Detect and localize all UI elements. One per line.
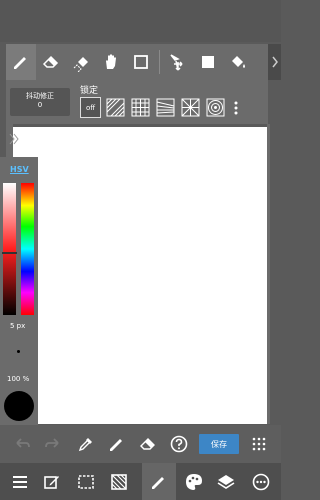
- rect-select-icon: [134, 55, 148, 69]
- concentric-ruler-icon: [206, 98, 225, 117]
- pen-icon: [152, 476, 164, 489]
- sv-slider-handle[interactable]: [2, 252, 17, 254]
- eraser-icon: [42, 55, 59, 68]
- move-tool-button[interactable]: [163, 44, 193, 80]
- pen-icon: [110, 439, 122, 451]
- perspective-ruler-icon: [156, 98, 175, 117]
- status-bar: [0, 0, 281, 42]
- stabilizer-label: 抖动修正: [26, 92, 54, 100]
- brush-size-label[interactable]: 5 px: [10, 322, 25, 330]
- brush-size-preview: [17, 350, 20, 353]
- bottom-nav-bar: [0, 463, 281, 500]
- grid-ruler-icon: [131, 98, 150, 117]
- redo-button[interactable]: [41, 433, 63, 455]
- transform-icon: [111, 474, 127, 490]
- drawing-canvas[interactable]: [13, 127, 267, 424]
- lasso-eraser-tool-button[interactable]: [66, 44, 96, 80]
- eyedropper-button[interactable]: [75, 433, 97, 455]
- canvas-border-right: [267, 124, 270, 424]
- hue-slider[interactable]: [21, 183, 34, 315]
- grid-menu-button[interactable]: [248, 433, 270, 455]
- palette-button[interactable]: [182, 470, 206, 494]
- edit-button[interactable]: [40, 470, 64, 494]
- rect-select-tool-button[interactable]: [126, 44, 156, 80]
- radial-ruler-icon: [181, 98, 200, 117]
- hand-icon: [106, 54, 116, 69]
- edit-icon: [44, 476, 59, 489]
- more-options-button[interactable]: [230, 97, 242, 118]
- ruler-group: off: [80, 97, 242, 118]
- action-eraser-button[interactable]: [137, 433, 159, 455]
- pen-tool-button[interactable]: [6, 44, 36, 80]
- menu-button[interactable]: [8, 470, 32, 494]
- settings-button[interactable]: [249, 470, 273, 494]
- ruler-off-label: off: [85, 103, 96, 112]
- move-icon: [170, 54, 183, 71]
- app-window: 抖动修正 0 锁定 off HSV 5 px 100 % 保存: [0, 0, 281, 500]
- fill-square-icon: [202, 56, 214, 68]
- brush-button[interactable]: [142, 463, 176, 500]
- fill-shape-tool-button[interactable]: [193, 44, 223, 80]
- brush-options-bar: 抖动修正 0 锁定 off: [6, 80, 268, 124]
- help-icon: [170, 435, 188, 453]
- ruler-parallel-button[interactable]: [105, 97, 126, 118]
- stabilizer-button[interactable]: 抖动修正 0: [10, 88, 70, 116]
- settings-icon: [252, 473, 270, 491]
- stabilizer-value: 0: [37, 101, 43, 109]
- ruler-perspective-button[interactable]: [155, 97, 176, 118]
- layers-button[interactable]: [214, 470, 238, 494]
- hand-tool-button[interactable]: [96, 44, 126, 80]
- bucket-tool-button[interactable]: [223, 44, 253, 80]
- current-color-swatch[interactable]: [4, 391, 34, 421]
- toolbar-scroll-button[interactable]: [268, 44, 281, 80]
- toolbar-divider: [159, 50, 160, 74]
- eraser-tool-button[interactable]: [36, 44, 66, 80]
- parallel-ruler-icon: [106, 98, 125, 117]
- selection-icon: [78, 475, 94, 489]
- save-button[interactable]: 保存: [199, 434, 239, 454]
- pen-icon: [14, 57, 26, 69]
- undo-icon: [16, 438, 30, 448]
- ruler-grid-button[interactable]: [130, 97, 151, 118]
- palette-icon: [186, 474, 202, 490]
- action-pen-button[interactable]: [106, 433, 128, 455]
- layers-icon: [217, 475, 235, 489]
- lasso-eraser-icon: [73, 57, 88, 72]
- redo-icon: [45, 438, 59, 448]
- more-vert-icon: [234, 101, 238, 114]
- undo-button[interactable]: [12, 433, 34, 455]
- color-panel: HSV 5 px 100 %: [0, 157, 38, 425]
- collapse-panel-button[interactable]: [9, 133, 19, 145]
- opacity-label[interactable]: 100 %: [7, 375, 29, 383]
- lock-label: 锁定: [80, 86, 99, 96]
- ruler-radial-button[interactable]: [180, 97, 201, 118]
- ruler-off-button[interactable]: off: [80, 97, 101, 118]
- selection-button[interactable]: [74, 470, 98, 494]
- color-mode-toggle[interactable]: HSV: [10, 165, 29, 174]
- tool-bar: [6, 44, 268, 80]
- help-button[interactable]: [168, 433, 190, 455]
- transform-button[interactable]: [107, 470, 131, 494]
- menu-icon: [13, 476, 27, 488]
- saturation-value-slider[interactable]: [3, 183, 16, 315]
- eyedropper-icon: [78, 438, 92, 452]
- chevron-right-icon: [271, 56, 278, 68]
- grid-dots-icon: [252, 437, 266, 451]
- ruler-concentric-button[interactable]: [205, 97, 226, 118]
- collapse-icon: [9, 133, 19, 145]
- bucket-icon: [232, 56, 245, 68]
- eraser-icon: [140, 438, 155, 450]
